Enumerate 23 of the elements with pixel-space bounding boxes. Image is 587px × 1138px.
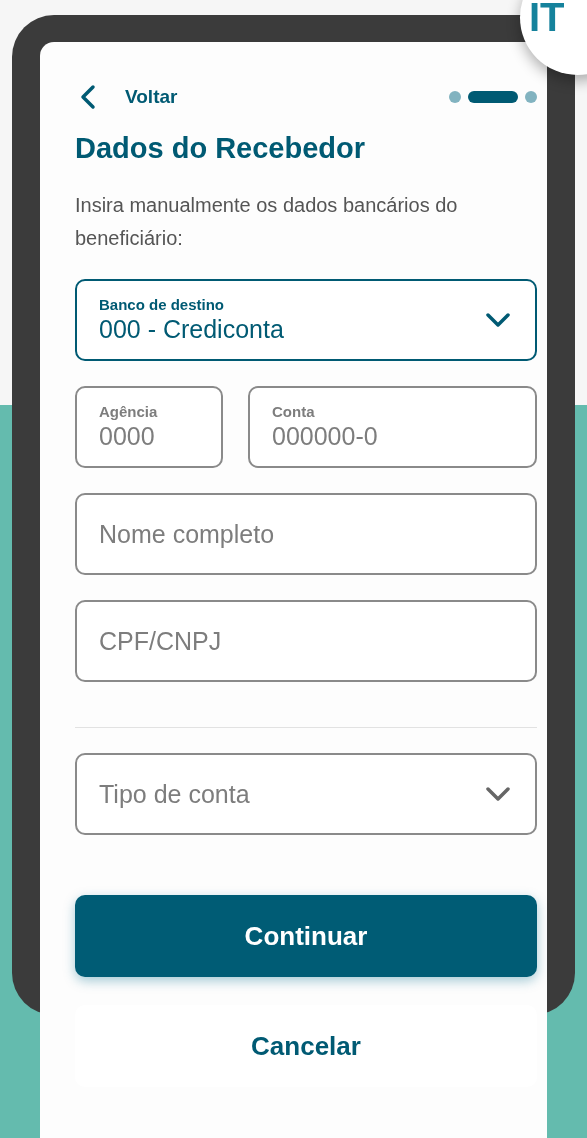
field-placeholder: 0000 — [99, 421, 155, 451]
input-field[interactable]: CPF/CNPJ — [75, 600, 537, 682]
field-label: Agência — [99, 403, 159, 421]
back-chevron-icon — [80, 84, 96, 110]
field-label: Conta — [272, 403, 316, 421]
field-placeholder: Nome completo — [99, 519, 275, 549]
back-button[interactable]: Voltar — [75, 86, 178, 108]
field-placeholder: 000000-0 — [272, 421, 378, 451]
input-field[interactable]: Conta 000000-0 — [248, 386, 537, 468]
select-field[interactable]: Banco de destino 000 - Crediconta — [75, 279, 537, 361]
field-label: Banco de destino — [99, 296, 226, 314]
logo-text: IT — [529, 0, 565, 37]
field-value: 000 - Crediconta — [99, 314, 284, 344]
select-field[interactable]: Tipo de conta — [75, 753, 537, 835]
field-placeholder: Tipo de conta — [99, 779, 250, 809]
input-field[interactable]: Agência 0000 — [75, 386, 223, 468]
continue-button[interactable]: Continuar — [75, 895, 537, 977]
field-placeholder: CPF/CNPJ — [99, 626, 222, 656]
chevron-down-icon — [485, 312, 511, 328]
input-field[interactable]: Nome completo — [75, 493, 537, 575]
description-text: Insira manualmente os dados bancários do beneficiário: — [75, 193, 459, 251]
chevron-down-icon — [485, 786, 511, 802]
page-title: Dados do Recebedor — [75, 132, 367, 165]
